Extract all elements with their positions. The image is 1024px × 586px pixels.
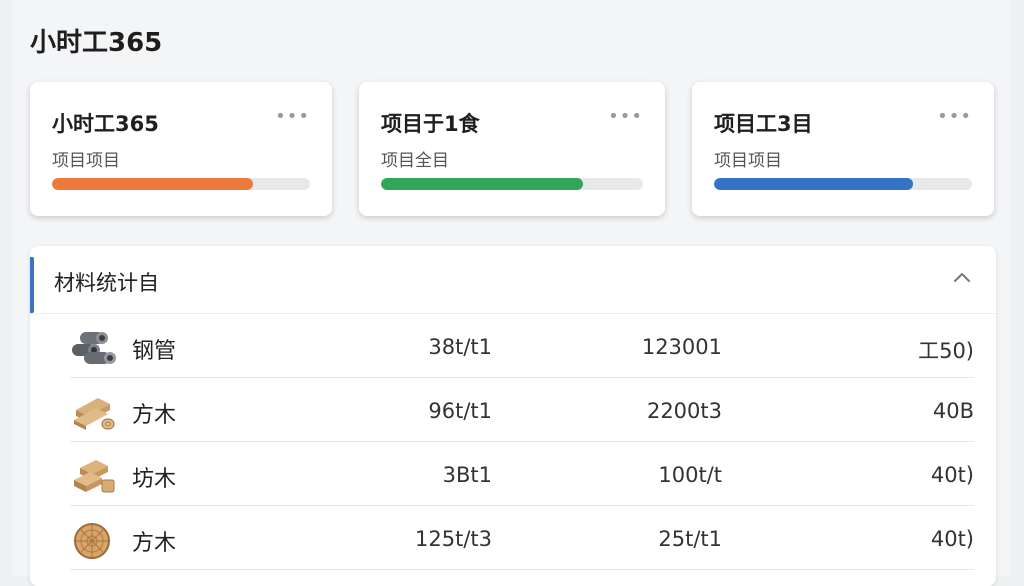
- material-value-3: 工50): [918, 339, 974, 363]
- progress-bar: [381, 178, 643, 190]
- material-value-3: 40t): [930, 463, 974, 487]
- lumber-stack-icon: [74, 460, 115, 493]
- app-window: 小时工365 小时工365 ••• 项目项目 项目于1食 ••• 项目全目 项目…: [12, 0, 1010, 586]
- material-name: 方木: [132, 403, 177, 428]
- progress-fill: [52, 178, 254, 190]
- material-value-2: 25t/t1: [658, 527, 722, 551]
- material-value-3: 40B: [932, 399, 974, 423]
- progress-fill: [714, 178, 913, 190]
- card-title: 项目工3目: [714, 112, 813, 136]
- app-title: 小时工365: [30, 28, 163, 58]
- material-value-1: 3Bt1: [442, 463, 492, 487]
- material-value-1: 38t/t1: [428, 335, 492, 359]
- material-row[interactable]: 方木 96t/t1 2200t3 40B: [70, 378, 974, 442]
- card-subtitle: 项目全目: [381, 151, 449, 171]
- project-card-3[interactable]: 项目工3目 ••• 项目项目: [692, 82, 994, 216]
- material-value-1: 125t/t3: [415, 527, 492, 551]
- material-row[interactable]: 钢管 38t/t1 123001 工50): [70, 314, 974, 378]
- card-subtitle: 项目项目: [714, 151, 782, 171]
- material-value-1: 96t/t1: [428, 399, 492, 423]
- progress-bar: [52, 178, 310, 190]
- material-value-3: 40t): [930, 527, 974, 551]
- card-title: 项目于1食: [381, 112, 480, 136]
- more-options-icon[interactable]: •••: [608, 106, 643, 127]
- panel-accent-bar: [30, 257, 34, 313]
- panel-title: 材料统计自: [54, 271, 159, 295]
- material-value-2: 2200t3: [646, 399, 722, 423]
- progress-fill: [381, 178, 583, 190]
- card-title: 小时工365: [52, 112, 159, 136]
- wood-log-end-icon: [74, 523, 110, 559]
- card-subtitle: 项目项目: [52, 151, 120, 171]
- chevron-up-icon[interactable]: [952, 268, 972, 288]
- material-name: 方木: [132, 531, 177, 556]
- material-row[interactable]: 坊木 3Bt1 100t/t 40t): [70, 442, 974, 506]
- project-card-1[interactable]: 小时工365 ••• 项目项目: [30, 82, 332, 216]
- material-value-2: 100t/t: [658, 463, 722, 487]
- project-card-2[interactable]: 项目于1食 ••• 项目全目: [359, 82, 665, 216]
- more-options-icon[interactable]: •••: [937, 106, 972, 127]
- material-stats-panel: 材料统计自 钢管 38t/t1 123001 工50) 方木 96t/t1 22…: [30, 246, 996, 586]
- material-name: 钢管: [132, 339, 177, 364]
- more-options-icon[interactable]: •••: [275, 106, 310, 127]
- material-value-2: 123001: [641, 335, 722, 359]
- panel-header[interactable]: 材料统计自: [30, 246, 996, 314]
- progress-bar: [714, 178, 972, 190]
- material-name: 坊木: [132, 467, 177, 492]
- steel-pipe-icon: [72, 332, 116, 364]
- material-row[interactable]: 方木 125t/t3 25t/t1 40t): [70, 506, 974, 570]
- lumber-planks-icon: [74, 398, 115, 430]
